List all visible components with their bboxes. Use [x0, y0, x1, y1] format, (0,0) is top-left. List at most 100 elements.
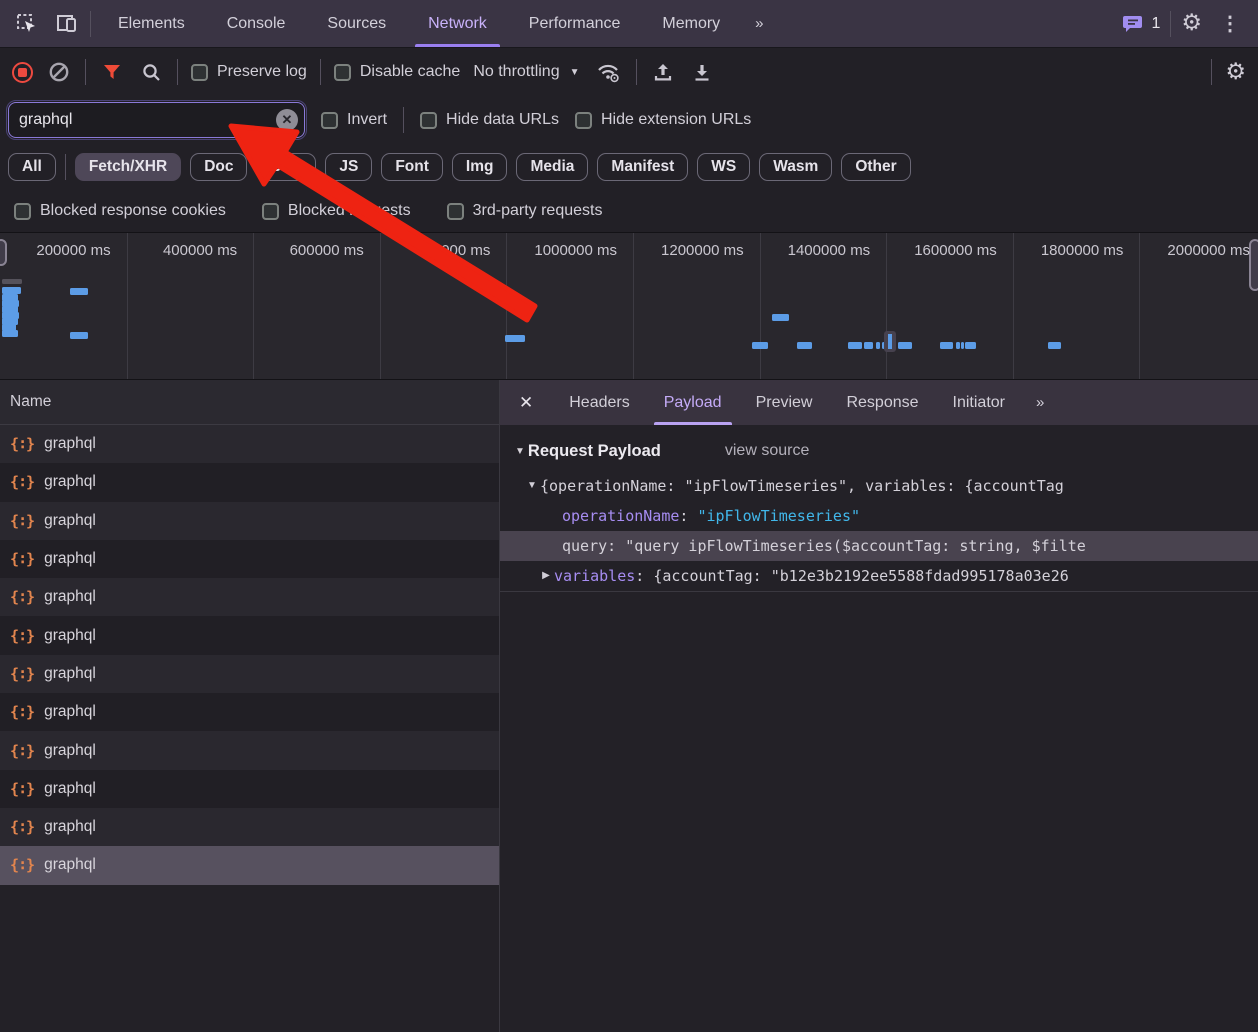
table-row[interactable]: {∶}graphql	[0, 616, 499, 654]
json-key: operationName	[562, 501, 679, 531]
tab-performance[interactable]: Performance	[508, 0, 642, 47]
menu-kebab-icon[interactable]: ⋮	[1212, 11, 1248, 36]
timeline-activity-bar	[876, 342, 880, 349]
chip-wasm[interactable]: Wasm	[759, 153, 832, 181]
tab-network[interactable]: Network	[407, 0, 508, 47]
hide-data-urls-checkbox[interactable]: Hide data URLs	[420, 111, 559, 129]
timeline-tick-label: 1600000 ms	[886, 242, 997, 259]
chip-js[interactable]: JS	[325, 153, 372, 181]
request-details-pane: ✕ HeadersPayloadPreviewResponseInitiator…	[500, 380, 1258, 1032]
throttling-value: No throttling	[473, 63, 559, 81]
settings-gear-icon[interactable]: ⚙	[1181, 12, 1202, 35]
payload-json-row[interactable]: ▶variables: {accountTag: "b12e3b2192ee55…	[500, 561, 1258, 591]
record-network-log-button[interactable]	[12, 62, 33, 83]
chip-font[interactable]: Font	[381, 153, 443, 181]
third-party-requests-checkbox[interactable]: 3rd-party requests	[447, 202, 603, 220]
details-tab-preview[interactable]: Preview	[739, 380, 830, 425]
chip-all[interactable]: All	[8, 153, 56, 181]
import-har-icon[interactable]	[650, 55, 676, 89]
invert-checkbox[interactable]: Invert	[321, 111, 387, 129]
clear-network-log-icon[interactable]	[46, 55, 72, 89]
table-row[interactable]: {∶}graphql	[0, 808, 499, 846]
details-tab-response[interactable]: Response	[829, 380, 935, 425]
json-text: :	[607, 531, 625, 561]
table-row[interactable]: {∶}graphql	[0, 655, 499, 693]
inspect-element-icon[interactable]	[10, 7, 44, 41]
network-settings-gear-icon[interactable]: ⚙	[1225, 61, 1246, 84]
timeline-activity-bar	[956, 342, 960, 349]
close-details-icon[interactable]: ✕	[500, 380, 552, 425]
chip-doc[interactable]: Doc	[190, 153, 247, 181]
export-har-icon[interactable]	[689, 55, 715, 89]
table-row[interactable]: {∶}graphql	[0, 846, 499, 884]
payload-json-row[interactable]: operationName: "ipFlowTimeseries"	[500, 501, 1258, 531]
name-column-header[interactable]: Name	[0, 380, 499, 425]
request-name: graphql	[44, 512, 96, 530]
table-row[interactable]: {∶}graphql	[0, 693, 499, 731]
request-name: graphql	[44, 665, 96, 683]
view-source-link[interactable]: view source	[725, 442, 809, 460]
table-row[interactable]: {∶}graphql	[0, 770, 499, 808]
table-row[interactable]: {∶}graphql	[0, 731, 499, 769]
table-row[interactable]: {∶}graphql	[0, 463, 499, 501]
json-request-icon: {∶}	[10, 818, 34, 836]
table-row[interactable]: {∶}graphql	[0, 540, 499, 578]
clear-filter-icon[interactable]: ✕	[276, 109, 298, 131]
filter-funnel-icon[interactable]	[99, 55, 125, 89]
filter-input[interactable]	[8, 102, 305, 138]
more-details-tabs-button[interactable]: »	[1022, 380, 1056, 425]
disable-cache-checkbox[interactable]: Disable cache	[334, 63, 461, 81]
payload-json-tree: ▼{operationName: "ipFlowTimeseries", var…	[500, 471, 1258, 591]
devtools-window: ElementsConsoleSourcesNetworkPerformance…	[0, 0, 1258, 1032]
divider	[320, 59, 321, 85]
payload-json-row[interactable]: ▼{operationName: "ipFlowTimeseries", var…	[500, 471, 1258, 501]
timeline-activity-bar	[752, 342, 768, 349]
tab-sources[interactable]: Sources	[306, 0, 407, 47]
search-icon[interactable]	[138, 55, 164, 89]
resource-type-filter-bar: All Fetch/XHR Doc CSS JS Font Img Media Manifest…	[0, 144, 1258, 190]
chip-manifest[interactable]: Manifest	[597, 153, 688, 181]
chip-other[interactable]: Other	[841, 153, 910, 181]
request-name: graphql	[44, 627, 96, 645]
triangle-right-icon[interactable]: ▶	[538, 561, 554, 591]
triangle-down-icon[interactable]: ▼	[524, 471, 540, 501]
chat-bubble-icon	[1122, 14, 1144, 34]
filter-input-wrap: ✕	[8, 102, 305, 138]
table-row[interactable]: {∶}graphql	[0, 502, 499, 540]
preserve-log-checkbox[interactable]: Preserve log	[191, 63, 307, 81]
panel-tabs: ElementsConsoleSourcesNetworkPerformance…	[97, 0, 741, 47]
details-tab-headers[interactable]: Headers	[552, 380, 646, 425]
chip-media[interactable]: Media	[516, 153, 588, 181]
tab-memory[interactable]: Memory	[641, 0, 741, 47]
issues-counter[interactable]: 1	[1122, 14, 1160, 34]
hide-extension-urls-checkbox[interactable]: Hide extension URLs	[575, 111, 751, 129]
chip-fetch-xhr[interactable]: Fetch/XHR	[75, 153, 181, 181]
tab-console[interactable]: Console	[206, 0, 307, 47]
table-row[interactable]: {∶}graphql	[0, 578, 499, 616]
chip-css[interactable]: CSS	[256, 153, 316, 181]
more-panels-button[interactable]: »	[741, 0, 775, 47]
extra-filters-row: Blocked response cookies Blocked request…	[0, 190, 1258, 232]
timeline-activity-bar	[940, 342, 953, 349]
details-tab-payload[interactable]: Payload	[647, 380, 739, 425]
payload-section-title: Request Payload	[528, 442, 661, 461]
chip-ws[interactable]: WS	[697, 153, 750, 181]
device-toolbar-icon[interactable]	[50, 7, 84, 41]
request-payload-header[interactable]: ▼ Request Payload view source	[500, 431, 1258, 471]
network-overview-timeline[interactable]: 200000 ms400000 ms600000 ms800000 ms1000…	[0, 232, 1258, 380]
checkbox-label: Invert	[347, 111, 387, 129]
json-request-icon: {∶}	[10, 473, 34, 491]
request-name: graphql	[44, 780, 96, 798]
network-conditions-icon[interactable]	[593, 55, 623, 89]
table-row[interactable]: {∶}graphql	[0, 425, 499, 463]
overview-right-grip[interactable]	[1249, 239, 1258, 291]
tab-elements[interactable]: Elements	[97, 0, 206, 47]
blocked-requests-checkbox[interactable]: Blocked requests	[262, 202, 411, 220]
throttling-dropdown[interactable]: No throttling ▼	[473, 63, 579, 81]
blocked-response-cookies-checkbox[interactable]: Blocked response cookies	[14, 202, 226, 220]
details-tab-initiator[interactable]: Initiator	[936, 380, 1022, 425]
chip-img[interactable]: Img	[452, 153, 508, 181]
divider	[177, 59, 178, 85]
json-key: variables	[554, 561, 635, 591]
payload-json-row[interactable]: query: "query ipFlowTimeseries($accountT…	[500, 531, 1258, 561]
